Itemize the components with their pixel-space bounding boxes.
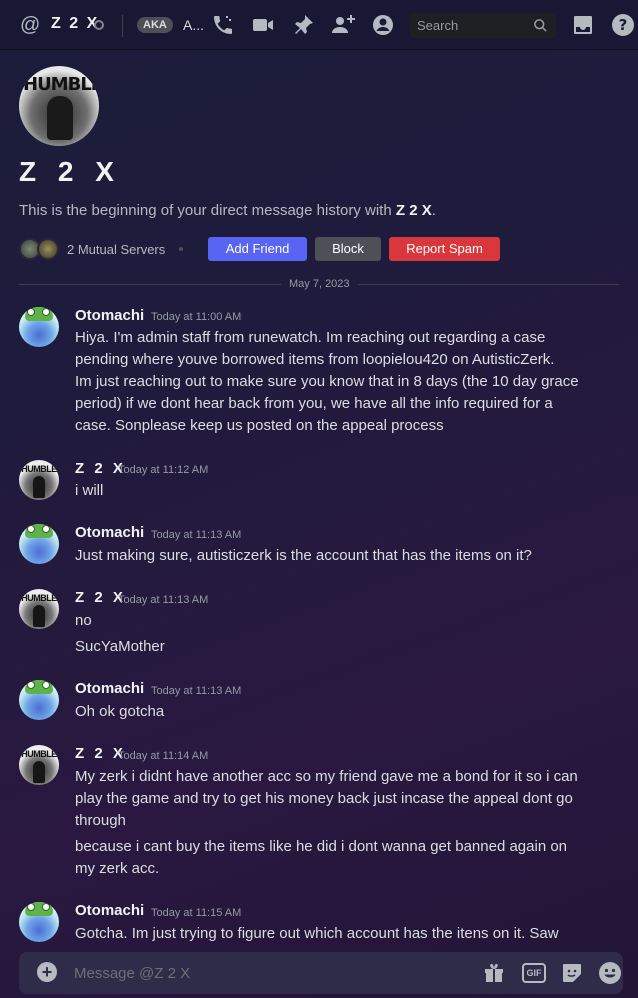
avatar-logo-text: HUMBLE [21,464,57,474]
message-line: Im just reaching out to make sure you kn… [75,373,579,390]
avatar[interactable] [19,307,59,347]
pin-icon[interactable] [291,13,315,37]
message-line: pending where youve borrowed items from … [75,351,555,368]
avatar[interactable] [19,524,59,564]
aka-badge[interactable]: AKA [137,17,173,33]
profile-display-name: Z 2 X [19,156,121,187]
avatar-eye [42,903,50,911]
avatar-eye [42,681,50,689]
message-input[interactable] [74,960,454,986]
add-friend-icon[interactable] [331,13,355,37]
avatar-eye [27,903,35,911]
message-composer: + GIF [19,952,623,994]
avatar-figure [33,605,45,627]
message-line: SucYaMother [75,638,165,655]
inbox-icon[interactable] [571,13,595,37]
dm-intro-text: This is the beginning of your direct mes… [19,202,436,219]
profile-avatar[interactable]: HUMBLE [19,66,99,146]
message-line: no [75,612,92,629]
avatar[interactable]: HUMBLE [19,589,59,629]
aka-name[interactable]: A... [183,17,204,33]
message-timestamp: Today at 11:14 AM [118,750,209,762]
mutual-servers-label: 2 Mutual Servers [67,241,166,257]
avatar-eye [27,308,35,316]
gift-icon[interactable] [482,961,506,985]
avatar-eye [27,681,35,689]
intro-prefix: This is the beginning of your direct mes… [19,202,396,219]
message-timestamp: Today at 11:12 AM [118,464,209,476]
avatar-logo-text: HUMBLE [21,749,57,759]
message-line: period) if we dont hear back from you, w… [75,395,553,412]
avatar-figure [33,476,45,498]
avatar-logo-text: HUMBLE [23,74,99,95]
message-line: Hiya. I'm admin staff from runewatch. Im… [75,329,546,346]
message-author[interactable]: Otomachi [75,680,144,697]
dot-separator [179,247,184,251]
status-icon [94,20,104,30]
mutual-servers[interactable]: 2 Mutual Servers [19,237,184,261]
message-author[interactable]: Otomachi [75,902,144,919]
avatar[interactable] [19,902,59,942]
report-spam-button[interactable]: Report Spam [389,237,500,261]
message-timestamp: Today at 11:13 AM [151,529,242,541]
message-line: my zerk acc. [75,860,160,877]
message-line: Oh ok gotcha [75,703,165,720]
message-line: Gotcha. Im just trying to figure out whi… [75,925,559,942]
emoji-icon[interactable] [598,961,622,985]
header-divider [122,15,123,37]
help-icon[interactable]: ? [611,13,635,37]
avatar[interactable] [19,680,59,720]
message-line: My zerk i didnt have another acc so my f… [75,768,578,785]
date-divider-label: May 7, 2023 [281,278,358,290]
message-timestamp: Today at 11:00 AM [151,311,242,323]
add-friend-button[interactable]: Add Friend [208,237,307,261]
message-line: Just making sure, autisticzerk is the ac… [75,547,532,564]
search-bar[interactable] [410,13,556,38]
mutual-server-icon [37,238,59,260]
message-line: play the game and try to get his money b… [75,790,573,807]
sticker-icon[interactable] [560,961,584,985]
avatar-logo-text: HUMBLE [21,593,57,603]
message-author[interactable]: Otomachi [75,307,144,324]
gif-icon[interactable]: GIF [522,963,546,983]
avatar-figure [47,96,73,140]
avatar-eye [42,525,50,533]
user-profile-icon[interactable] [371,13,395,37]
block-button[interactable]: Block [315,237,381,261]
avatar-eye [42,308,50,316]
avatar-figure [33,761,45,783]
message-line: through [75,812,126,829]
svg-text:?: ? [619,16,628,34]
video-call-icon[interactable] [251,13,275,37]
plus-icon[interactable]: + [37,962,57,982]
at-icon: @ [20,14,41,36]
dm-header-name[interactable]: Z 2 X [51,15,99,33]
search-input[interactable] [410,13,528,38]
avatar-eye [27,525,35,533]
dm-header: @ Z 2 X AKA A... ? [0,0,638,50]
voice-call-icon[interactable] [211,13,235,37]
message-author[interactable]: Otomachi [75,524,144,541]
intro-name: Z 2 X [395,202,432,219]
message-timestamp: Today at 11:13 AM [151,685,242,697]
avatar[interactable]: HUMBLE [19,460,59,500]
message-timestamp: Today at 11:13 AM [118,594,209,606]
message-line: case. Sonplease keep us posted on the ap… [75,417,444,434]
message-timestamp: Today at 11:15 AM [151,907,242,919]
avatar[interactable]: HUMBLE [19,745,59,785]
message-line: i will [75,482,104,499]
message-line: because i cant buy the items like he did… [75,838,568,855]
search-icon [533,18,548,33]
intro-suffix: . [431,202,436,219]
